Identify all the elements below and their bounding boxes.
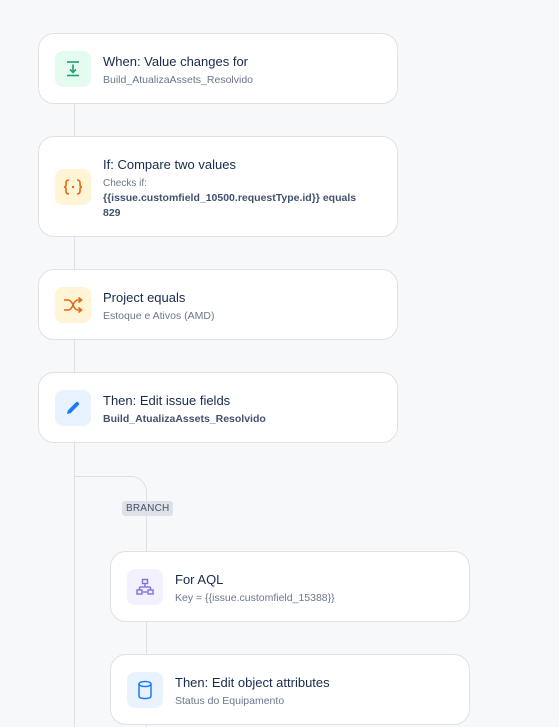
rule-condition-project-subtitle: Estoque e Ativos (AMD) (103, 310, 215, 322)
rule-action-edit-issue-title: Then: Edit issue fields (103, 393, 231, 408)
database-icon (127, 672, 163, 708)
download-trigger-icon (55, 51, 91, 87)
rule-action-edit-issue-subtitle: Build_AtualizaAssets_Resolvido (103, 413, 266, 425)
branch-for-aql-subtitle: Key = {{issue.customfield_15388}} (175, 592, 335, 604)
branch-for-aql-card[interactable]: For AQL Key = {{issue.customfield_15388}… (110, 551, 470, 622)
braces-icon (55, 169, 91, 205)
rule-condition-compare-card[interactable]: If: Compare two values Checks if: {{issu… (38, 136, 398, 237)
rule-condition-compare-checks-label: Checks if: (103, 178, 147, 189)
branch-edit-object-card[interactable]: Then: Edit object attributes Status do E… (110, 654, 470, 725)
rule-trigger-card[interactable]: When: Value changes for Build_AtualizaAs… (38, 33, 398, 104)
branch-badge: BRANCH (122, 501, 174, 516)
branch-for-aql-title: For AQL (175, 572, 224, 587)
branch-edit-object-title: Then: Edit object attributes (175, 675, 330, 690)
rule-trigger-subtitle: Build_AtualizaAssets_Resolvido (103, 74, 253, 86)
rule-trigger-title: When: Value changes for (103, 54, 249, 69)
rule-condition-project-card[interactable]: Project equals Estoque e Ativos (AMD) (38, 269, 398, 340)
rule-condition-compare-title: If: Compare two values (103, 157, 236, 172)
shuffle-icon (55, 287, 91, 323)
rule-condition-compare-value: 829 (103, 207, 121, 219)
hierarchy-icon (127, 569, 163, 605)
pencil-icon (55, 390, 91, 426)
rule-condition-project-title: Project equals (103, 290, 186, 305)
rule-condition-compare-expression: {{issue.customfield_10500.requestType.id… (103, 192, 357, 204)
branch-edit-object-subtitle: Status do Equipamento (175, 695, 285, 707)
rule-action-edit-issue-card[interactable]: Then: Edit issue fields Build_AtualizaAs… (38, 372, 398, 443)
